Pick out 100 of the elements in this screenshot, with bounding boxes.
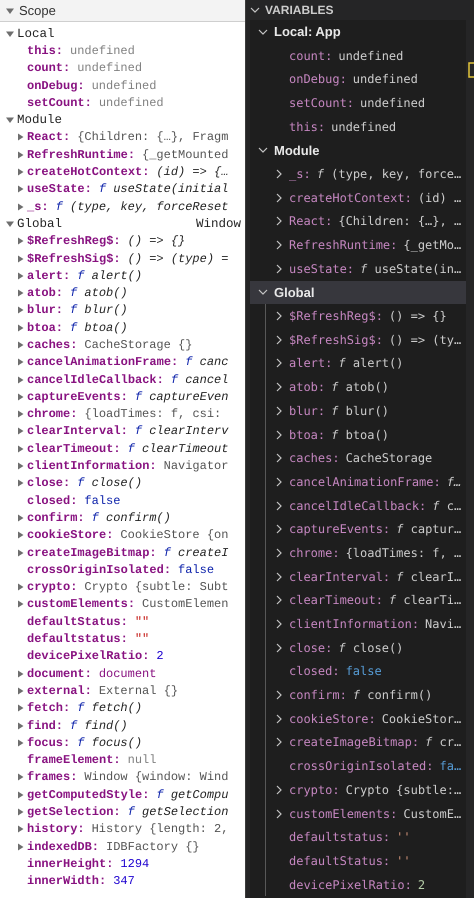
chevron-icon[interactable] <box>275 216 283 226</box>
expand-arrow-icon[interactable] <box>6 30 14 38</box>
scope-value: Window <box>196 216 242 231</box>
expand-arrow-icon[interactable] <box>17 600 24 608</box>
variable-name: count: <box>289 48 332 63</box>
expand-arrow-icon[interactable] <box>6 6 14 14</box>
variable-name: count: <box>27 61 70 76</box>
chevron-icon[interactable] <box>275 737 283 748</box>
expand-arrow-icon[interactable] <box>17 340 24 349</box>
expand-arrow-icon[interactable] <box>17 410 24 418</box>
chevron-icon[interactable] <box>258 287 268 298</box>
variable-value: History {length: 2, <box>92 822 228 836</box>
chevron-icon[interactable] <box>275 453 283 464</box>
expand-arrow-icon[interactable] <box>6 220 14 228</box>
chevron-icon[interactable] <box>275 192 283 203</box>
expand-arrow-icon[interactable] <box>17 479 24 488</box>
variable-value: undefined <box>360 96 426 110</box>
expand-arrow-icon[interactable] <box>17 444 24 453</box>
expand-arrow-icon[interactable] <box>17 133 24 142</box>
expand-arrow-icon[interactable] <box>17 548 24 557</box>
expand-arrow-icon[interactable] <box>17 773 24 782</box>
variable-value: f btoa() <box>70 320 128 335</box>
expand-arrow-icon[interactable] <box>17 514 24 522</box>
variable-value: Navi… <box>425 617 462 632</box>
expand-arrow-icon[interactable] <box>17 583 24 592</box>
variable-value: f useState(initial <box>98 182 228 196</box>
section-row[interactable]: Global <box>250 280 466 304</box>
expand-arrow-icon[interactable] <box>6 116 14 124</box>
expand-arrow-icon[interactable] <box>17 289 24 298</box>
variable-name: innerHeight: <box>27 856 114 871</box>
chevron-icon[interactable] <box>275 168 283 179</box>
expand-arrow-icon[interactable] <box>17 376 24 384</box>
chevron-icon[interactable] <box>250 5 260 15</box>
expand-arrow-icon[interactable] <box>17 358 24 366</box>
expand-arrow-icon[interactable] <box>17 738 24 747</box>
expand-arrow-icon[interactable] <box>17 686 24 695</box>
chevron-icon[interactable] <box>275 240 283 250</box>
chevron-icon[interactable] <box>275 311 283 322</box>
variable-name: cookieStore: <box>27 528 114 542</box>
variables-header[interactable]: VARIABLES <box>246 0 474 20</box>
variable-name: close: <box>27 476 70 490</box>
chevron-icon[interactable] <box>275 595 283 606</box>
expand-arrow-icon[interactable] <box>17 168 24 176</box>
chevron-icon[interactable] <box>258 145 268 156</box>
variable-name: customElements: <box>289 806 398 821</box>
expand-arrow-icon[interactable] <box>17 254 24 262</box>
expand-arrow-icon[interactable] <box>17 306 24 314</box>
chevron-icon[interactable] <box>275 548 283 558</box>
variable-name: crypto: <box>289 782 340 797</box>
chevron-icon[interactable] <box>275 382 283 392</box>
chevron-icon[interactable] <box>275 430 283 440</box>
chevron-icon[interactable] <box>275 619 283 630</box>
chevron-icon[interactable] <box>275 524 283 534</box>
chevron-icon[interactable] <box>275 690 283 700</box>
chevron-icon[interactable] <box>275 476 283 487</box>
variable-name: caches: <box>289 451 340 466</box>
variable-value: undefined <box>70 44 135 58</box>
variable-name: caches: <box>27 338 78 352</box>
variable-value: {_getMounted <box>142 148 228 162</box>
expand-arrow-icon[interactable] <box>17 670 24 678</box>
variable-value: f createI <box>164 546 228 560</box>
chevron-icon[interactable] <box>275 572 283 582</box>
expand-arrow-icon[interactable] <box>17 427 24 436</box>
expand-arrow-icon[interactable] <box>17 842 24 851</box>
expand-arrow-icon[interactable] <box>17 150 24 159</box>
expand-arrow-icon[interactable] <box>17 462 24 470</box>
variable-value: f find() <box>70 718 128 733</box>
chevron-icon[interactable] <box>275 358 283 368</box>
variable-name: useState: <box>27 182 92 196</box>
scope-header[interactable]: Scope <box>0 0 245 22</box>
chevron-icon[interactable] <box>275 334 283 345</box>
expand-arrow-icon[interactable] <box>17 808 24 816</box>
chevron-icon[interactable] <box>275 808 283 819</box>
variable-value: f (type, key, force… <box>316 166 462 181</box>
chevron-icon[interactable] <box>275 784 283 795</box>
variable-name: devicePixelRatio: <box>289 878 412 892</box>
expand-arrow-icon[interactable] <box>17 272 24 280</box>
expand-arrow-icon[interactable] <box>17 722 24 730</box>
expand-arrow-icon[interactable] <box>17 825 24 834</box>
chevron-icon[interactable] <box>258 26 268 37</box>
section-row[interactable]: Module <box>250 138 466 162</box>
chevron-icon[interactable] <box>275 500 283 511</box>
chevron-icon[interactable] <box>275 714 283 724</box>
expand-arrow-icon[interactable] <box>17 790 24 799</box>
expand-arrow-icon[interactable] <box>17 324 24 332</box>
expand-arrow-icon[interactable] <box>17 531 24 540</box>
variable-name: defaultStatus: <box>27 614 128 629</box>
expand-arrow-icon[interactable] <box>17 392 24 401</box>
expand-arrow-icon[interactable] <box>17 237 24 246</box>
variable-name: onDebug: <box>27 78 85 93</box>
panel-title: Scope <box>19 3 56 18</box>
variable-value: () => {} <box>388 309 447 324</box>
chevron-icon[interactable] <box>275 642 283 653</box>
section-row[interactable]: Local: App <box>250 20 466 44</box>
expand-arrow-icon[interactable] <box>17 202 24 211</box>
expand-arrow-icon[interactable] <box>17 704 24 712</box>
chevron-icon[interactable] <box>275 406 283 416</box>
expand-arrow-icon[interactable] <box>17 185 24 194</box>
chevron-icon[interactable] <box>275 264 283 274</box>
variable-name: _s: <box>289 166 311 181</box>
